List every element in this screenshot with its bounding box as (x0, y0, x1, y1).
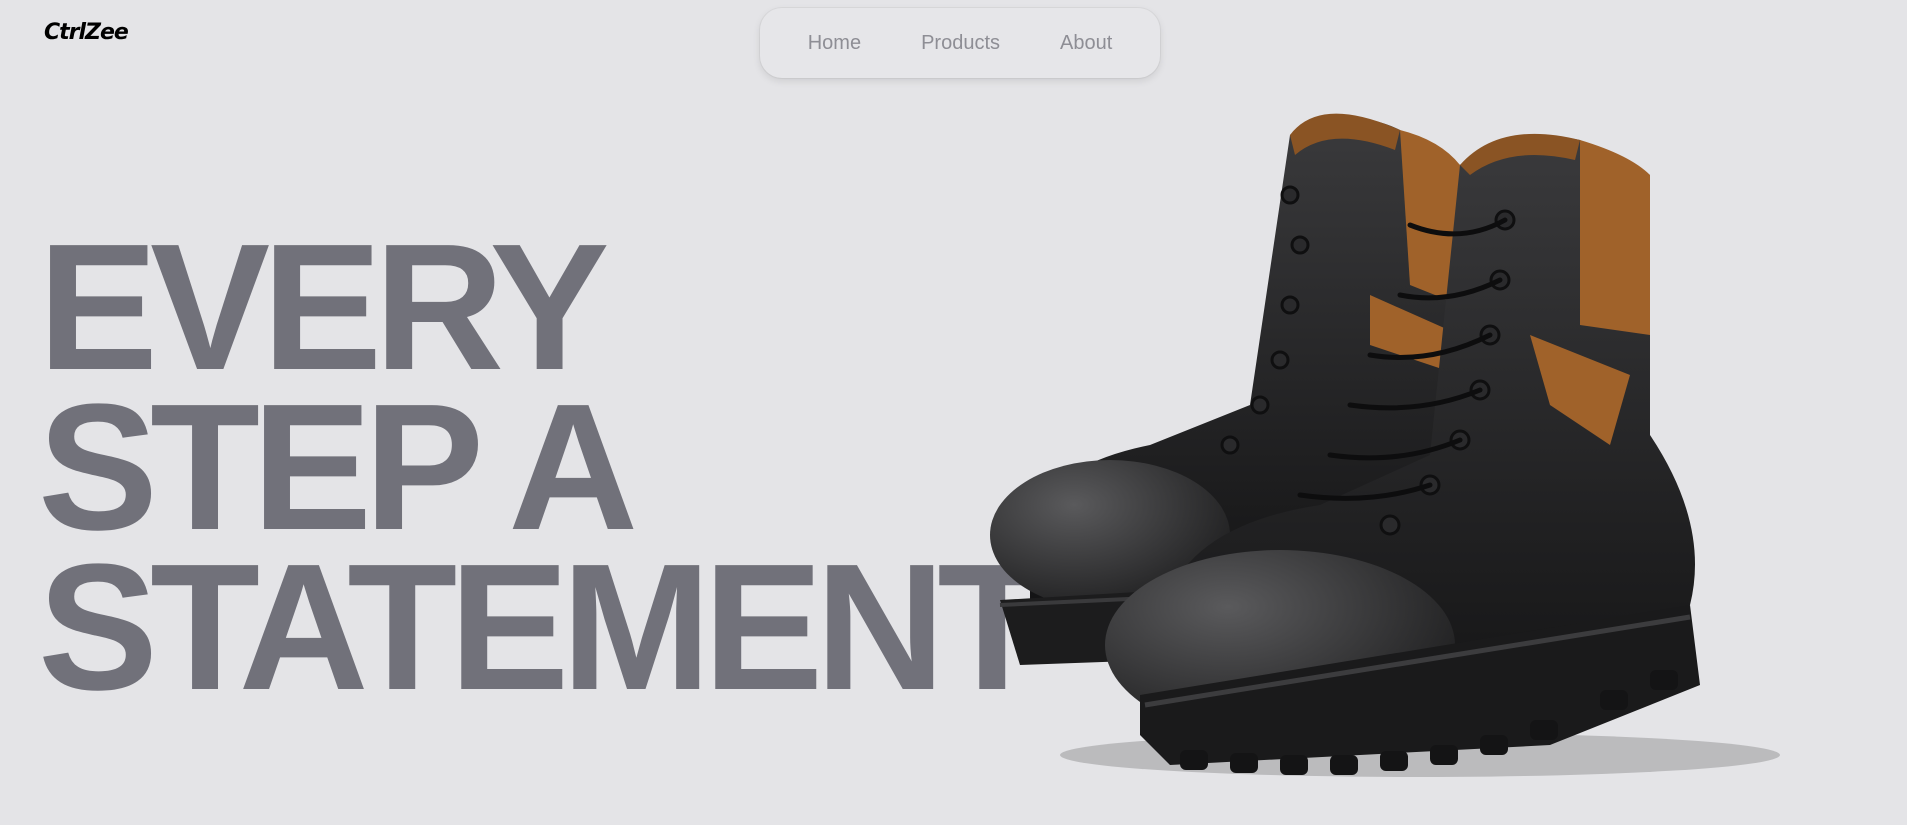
boots-product-image (990, 113, 1780, 777)
hero-line-2: STEP A (38, 367, 638, 568)
hero-headline: EVERY STEP A STATEMENT (38, 207, 1047, 728)
nav-link-products[interactable]: Products (921, 32, 1000, 55)
main-nav: Home Products About (760, 8, 1160, 78)
brand-logo[interactable]: CtrlZee (44, 20, 129, 45)
nav-link-home[interactable]: Home (808, 32, 861, 55)
hero-line-3: STATEMENT (38, 527, 1047, 728)
nav-link-about[interactable]: About (1060, 32, 1112, 55)
hero-line-1: EVERY (38, 207, 610, 408)
